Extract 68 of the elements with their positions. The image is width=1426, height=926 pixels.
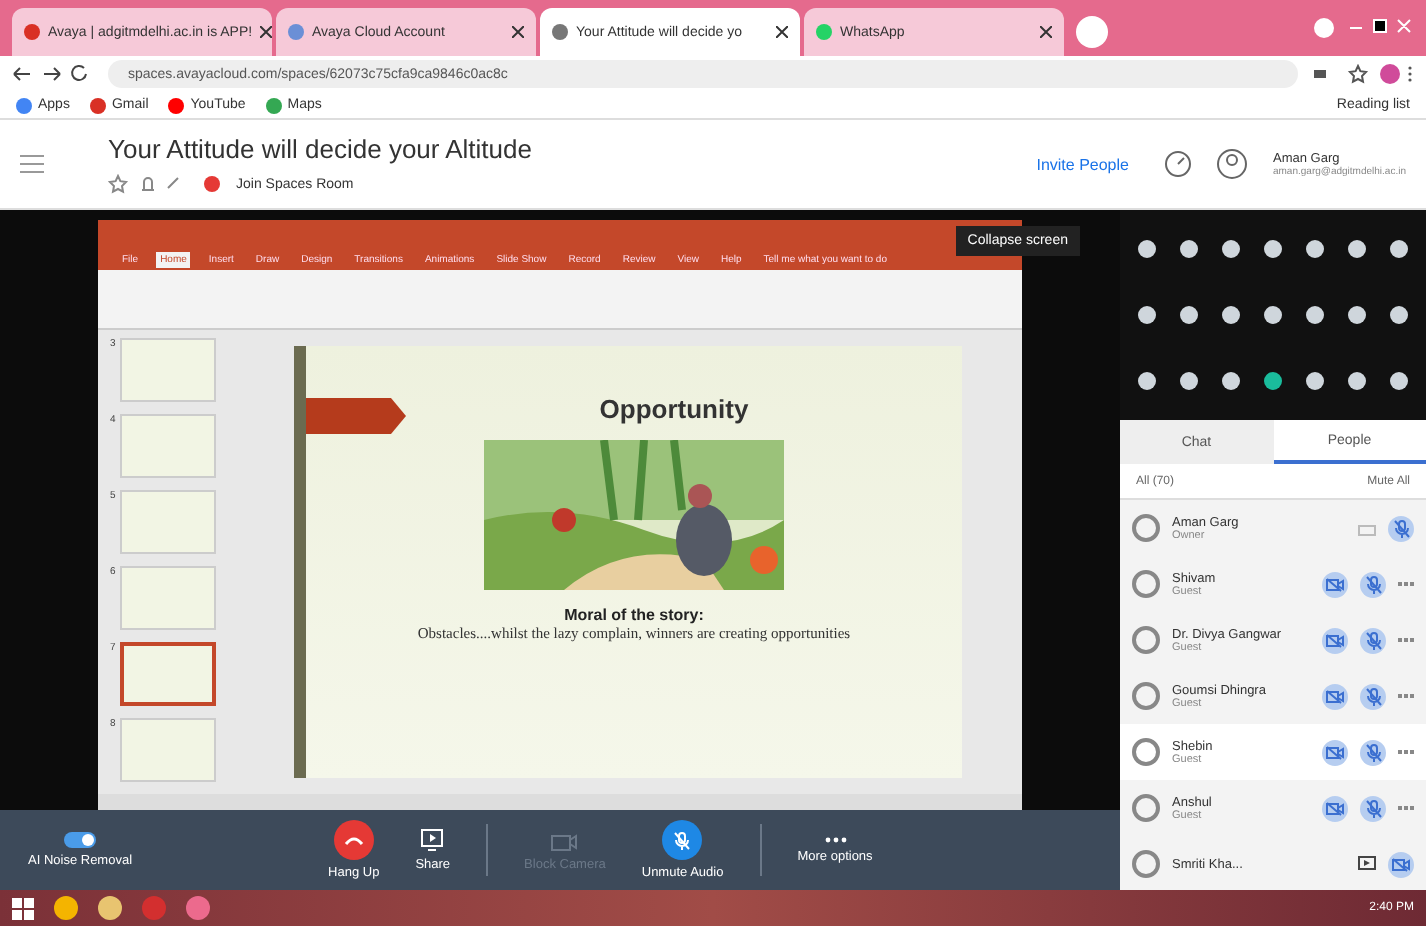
participant-avatar-icon xyxy=(1348,305,1367,324)
camera-off-icon xyxy=(1326,801,1344,815)
share-screen-icon xyxy=(420,828,445,852)
muted-mic-icon xyxy=(1365,743,1381,761)
close-icon[interactable] xyxy=(776,26,788,38)
muted-mic-icon xyxy=(1365,687,1381,705)
participant-avatar-icon xyxy=(1179,372,1198,391)
participant-avatar-icon xyxy=(1263,239,1282,258)
more-icon xyxy=(823,836,847,844)
menu-icon[interactable] xyxy=(20,154,44,174)
participant-avatar-icon xyxy=(1132,738,1160,766)
close-icon[interactable] xyxy=(512,26,524,38)
participant-avatar-icon xyxy=(1390,239,1409,258)
favicon xyxy=(552,24,568,40)
moral-heading: Moral of the story: xyxy=(564,606,704,624)
participant-avatar-icon xyxy=(1132,682,1160,710)
share-icon xyxy=(1358,520,1376,536)
participant-avatar-icon xyxy=(1137,372,1156,391)
participant-avatar-icon xyxy=(1132,626,1160,654)
participant-avatar-icon xyxy=(1348,239,1367,258)
participant-avatar-icon xyxy=(1132,570,1160,598)
participant-avatar-icon xyxy=(1137,305,1156,324)
favicon xyxy=(816,24,832,40)
toolbar-icon[interactable] xyxy=(1314,64,1414,84)
noise-toggle[interactable] xyxy=(64,832,97,848)
camera-off-icon xyxy=(1326,689,1344,703)
participant-avatar-icon xyxy=(1306,239,1325,258)
slide-title: Opportunity xyxy=(599,394,749,424)
muted-mic-icon xyxy=(1393,519,1409,537)
participant-avatar-icon xyxy=(1132,794,1160,822)
camera-off-icon xyxy=(1326,577,1344,591)
camera-off-icon xyxy=(1326,745,1344,759)
participant-avatar-icon xyxy=(1179,239,1198,258)
muted-mic-icon xyxy=(1365,799,1381,817)
participant-avatar-icon xyxy=(1306,372,1325,391)
camera-off-icon xyxy=(1392,857,1410,871)
participant-avatar-icon xyxy=(1132,850,1160,878)
camera-icon xyxy=(550,828,579,852)
space-title: Your Attitude will decide your Altitude xyxy=(108,134,532,164)
participant-avatar-icon xyxy=(1132,514,1160,542)
participant-avatar-icon xyxy=(1306,305,1325,324)
participant-avatar-icon xyxy=(1221,239,1240,258)
participant-avatar-icon xyxy=(1221,305,1240,324)
participant-avatar-icon xyxy=(1390,305,1409,324)
hang-up-icon xyxy=(333,820,374,860)
favicon xyxy=(288,24,304,40)
participant-avatar-icon xyxy=(1179,305,1198,324)
avatar-icon xyxy=(1216,148,1249,180)
new-tab-icon[interactable] xyxy=(1076,16,1108,48)
participant-avatar-icon xyxy=(1348,372,1367,391)
participant-avatar-icon xyxy=(1390,372,1409,391)
participant-avatar-icon xyxy=(1263,305,1282,324)
windows-icon[interactable] xyxy=(12,897,34,919)
presenting-icon xyxy=(1358,856,1376,872)
navigation-icon[interactable] xyxy=(12,64,92,84)
camera-off-icon xyxy=(1326,633,1344,647)
close-icon[interactable] xyxy=(1040,26,1052,38)
muted-mic-icon xyxy=(1365,575,1381,593)
window-controls-icon[interactable] xyxy=(1314,18,1414,38)
muted-mic-icon xyxy=(1365,631,1381,649)
close-icon[interactable] xyxy=(260,26,273,38)
invite-people-button[interactable]: Invite People xyxy=(1024,153,1141,175)
participant-avatar-icon xyxy=(1137,239,1156,258)
favicon xyxy=(24,24,40,40)
slide-thumbnail[interactable] xyxy=(119,642,216,706)
participant-avatar-icon xyxy=(1221,372,1240,391)
participant-avatar-icon xyxy=(1263,372,1282,391)
gauge-icon[interactable] xyxy=(1164,150,1193,178)
